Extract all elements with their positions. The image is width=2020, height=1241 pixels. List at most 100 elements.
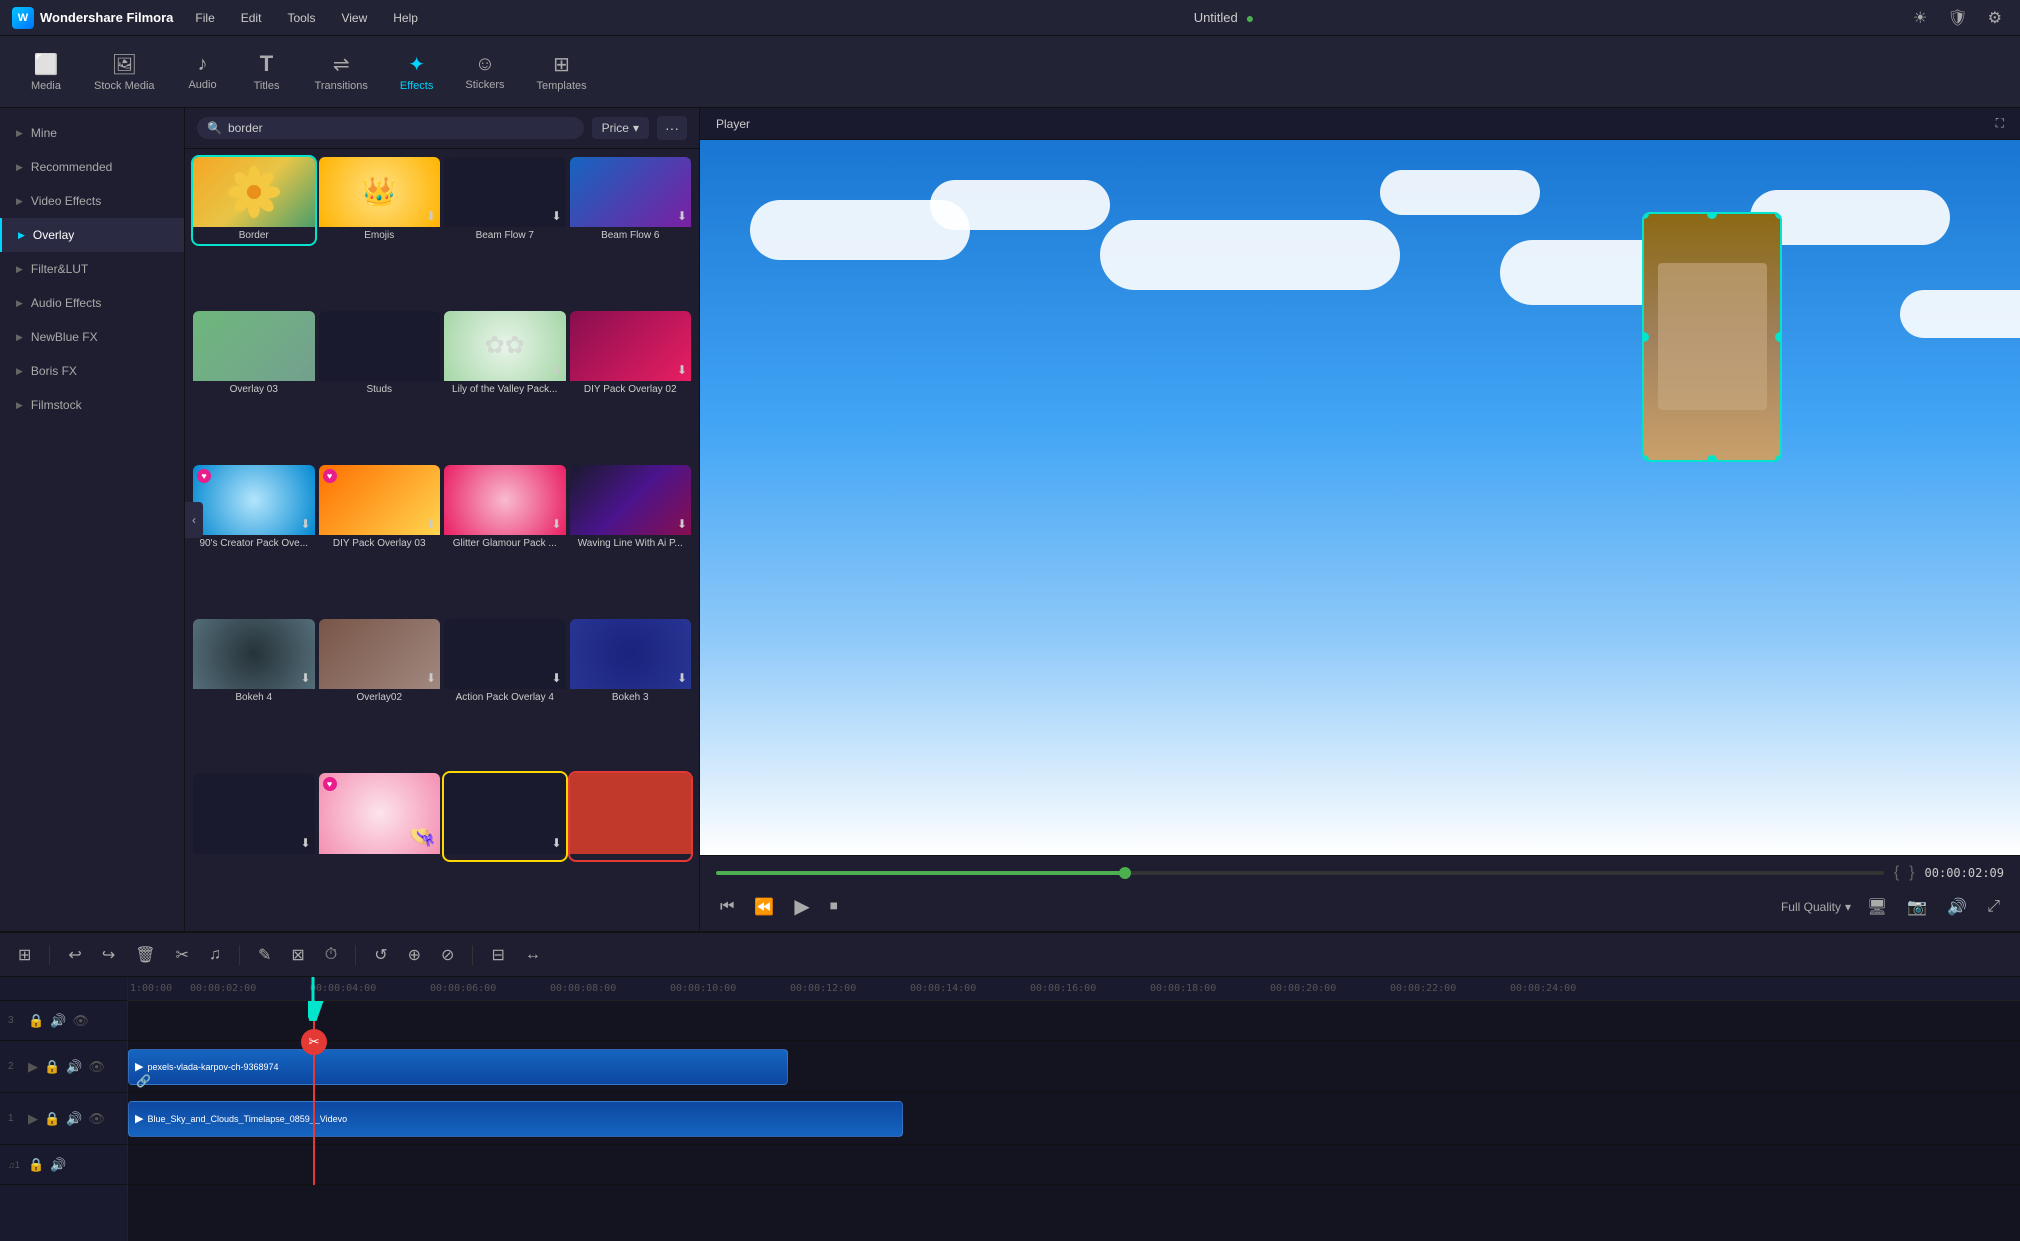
effect-card-waving[interactable]: ⬇ Waving Line With Ai P...: [570, 465, 692, 552]
speaker-icon[interactable]: 🔊: [1943, 893, 1971, 921]
effect-card-overlay02[interactable]: ⬇ Overlay02: [319, 619, 441, 706]
quality-button[interactable]: Full Quality ▾: [1781, 900, 1851, 914]
effect-card-dark2[interactable]: ⬇: [444, 773, 566, 860]
remove-button[interactable]: ⊘: [435, 941, 460, 969]
effect-card-bokeh4[interactable]: ⬇ Bokeh 4: [193, 619, 315, 706]
sidebar-item-audio-effects[interactable]: ▶ Audio Effects: [0, 286, 184, 320]
track1-lock-icon[interactable]: 🔒: [44, 1111, 60, 1127]
menu-edit[interactable]: Edit: [237, 9, 266, 27]
sidebar-item-recommended[interactable]: ▶ Recommended: [0, 150, 184, 184]
collapse-panel-button[interactable]: ‹: [185, 502, 203, 538]
sun-icon[interactable]: ☀: [1907, 4, 1933, 32]
camera-icon[interactable]: 📷: [1903, 893, 1931, 921]
rotate-button[interactable]: ↺: [368, 941, 393, 969]
audio1-volume-icon[interactable]: 🔊: [50, 1157, 66, 1173]
sidebar-item-mine[interactable]: ▶ Mine: [0, 116, 184, 150]
timeline-grid-icon[interactable]: ⊞: [12, 941, 37, 969]
tool-titles[interactable]: T Titles: [237, 45, 297, 98]
menu-file[interactable]: File: [191, 9, 218, 27]
player-expand-icon[interactable]: ⛶: [1996, 116, 2004, 131]
overlay02-thumb: ⬇: [319, 619, 441, 689]
timeline-right-controls: ☀ 🛡 ⚙: [1907, 4, 2008, 32]
tool-stock[interactable]: 🖼 Stock Media: [80, 46, 169, 98]
search-input-wrap[interactable]: 🔍: [197, 117, 584, 139]
delete-button[interactable]: 🗑: [129, 941, 161, 969]
time-button[interactable]: ⏱: [319, 942, 343, 968]
tool-effects[interactable]: ✦ Effects: [386, 46, 447, 98]
track2-lock-icon[interactable]: 🔒: [44, 1059, 60, 1075]
search-input[interactable]: [228, 121, 574, 135]
effect-card-beam7[interactable]: ⬇ Beam Flow 7: [444, 157, 566, 244]
effect-card-border[interactable]: Border: [193, 157, 315, 244]
track1-play-icon[interactable]: ▶: [28, 1111, 38, 1127]
effect-card-divpack03[interactable]: ♥ ⬇ DIY Pack Overlay 03: [319, 465, 441, 552]
tool-stickers[interactable]: ☺ Stickers: [451, 47, 518, 97]
sidebar-item-filter-lut[interactable]: ▶ Filter&LUT: [0, 252, 184, 286]
track3-lock-icon[interactable]: 🔒: [28, 1013, 44, 1029]
track3-eye-icon[interactable]: 👁: [72, 1013, 89, 1029]
crop-button[interactable]: ⊠: [285, 941, 310, 969]
skip-back-button[interactable]: ⏮: [716, 894, 738, 920]
effect-card-overlay03[interactable]: Overlay 03: [193, 311, 315, 398]
dark2-thumb: ⬇: [444, 773, 566, 854]
zoom-button[interactable]: ⊕: [402, 941, 427, 969]
price-button[interactable]: Price ▾: [592, 117, 649, 139]
menu-help[interactable]: Help: [389, 9, 422, 27]
effect-card-woman[interactable]: ♥ 👒: [319, 773, 441, 860]
track2-volume-icon[interactable]: 🔊: [66, 1059, 82, 1075]
sidebar-item-filmstock[interactable]: ▶ Filmstock: [0, 388, 184, 422]
track2-play-icon[interactable]: ▶: [28, 1059, 38, 1075]
sidebar-item-newblue[interactable]: ▶ NewBlue FX: [0, 320, 184, 354]
play-button[interactable]: ▶: [790, 890, 813, 923]
tool-media[interactable]: ⬜ Media: [16, 46, 76, 98]
split-button[interactable]: ⊟: [485, 941, 510, 969]
more-button[interactable]: ···: [657, 116, 687, 140]
progress-thumb[interactable]: [1119, 867, 1131, 879]
sidebar-item-overlay[interactable]: ▶ Overlay: [0, 218, 184, 252]
settings-icon[interactable]: ⚙: [1982, 4, 2008, 32]
effect-card-emojis[interactable]: 👑 ⬇ Emojis: [319, 157, 441, 244]
sidebar-item-boris[interactable]: ▶ Boris FX: [0, 354, 184, 388]
effect-card-dark1[interactable]: ⬇: [193, 773, 315, 860]
effect-card-dark3[interactable]: [570, 773, 692, 860]
step-back-button[interactable]: ⏪: [750, 893, 778, 921]
effect-card-lily[interactable]: ✿✿ ⬇ Lily of the Valley Pack...: [444, 311, 566, 398]
tool-audio[interactable]: ♪ Audio: [173, 47, 233, 97]
undo-button[interactable]: ↩: [62, 941, 87, 969]
progress-bar[interactable]: [716, 871, 1884, 875]
effect-card-divpack02[interactable]: ⬇ DIY Pack Overlay 02: [570, 311, 692, 398]
video-clip-1[interactable]: ▶ Blue_Sky_and_Clouds_Timelapse_0859__Vi…: [128, 1101, 903, 1137]
sidebar-item-video-effects[interactable]: ▶ Video Effects: [0, 184, 184, 218]
bracket-left-icon[interactable]: {: [1894, 864, 1899, 882]
audio1-lock-icon[interactable]: 🔒: [28, 1157, 44, 1173]
track1-volume-icon[interactable]: 🔊: [66, 1111, 82, 1127]
shield-icon[interactable]: 🛡: [1941, 4, 1973, 32]
track2-eye-icon[interactable]: 👁: [88, 1059, 105, 1075]
resize-button[interactable]: ↔: [519, 942, 547, 968]
audio-button[interactable]: ♫: [203, 942, 227, 968]
playhead[interactable]: ✂: [313, 1001, 315, 1185]
menu-tools[interactable]: Tools: [283, 9, 319, 27]
menu-view[interactable]: View: [337, 9, 371, 27]
effect-card-glitter[interactable]: ⬇ Glitter Glamour Pack ...: [444, 465, 566, 552]
tool-templates[interactable]: ⊞ Templates: [522, 46, 600, 98]
cut-button[interactable]: ✂: [170, 941, 195, 969]
track1-eye-icon[interactable]: 👁: [88, 1111, 105, 1127]
effect-card-studs[interactable]: Studs: [319, 311, 441, 398]
tool-transitions[interactable]: ⇌ Transitions: [301, 46, 382, 98]
effect-card-action[interactable]: ⬇ Action Pack Overlay 4: [444, 619, 566, 706]
redo-button[interactable]: ↪: [96, 941, 121, 969]
screen-icon[interactable]: 🖥: [1863, 893, 1891, 921]
effect-card-creator[interactable]: ♥ ⬇ 90's Creator Pack Ove...: [193, 465, 315, 552]
effect-card-beam6[interactable]: ⬇ Beam Flow 6: [570, 157, 692, 244]
bracket-right-icon[interactable]: }: [1909, 864, 1914, 882]
edit-button[interactable]: ✎: [252, 941, 277, 969]
selection-handle-bc[interactable]: [1707, 455, 1717, 462]
fullscreen-icon[interactable]: ⤢: [1983, 894, 2004, 920]
selection-handle-rc[interactable]: [1775, 332, 1782, 342]
stop-button[interactable]: ⏹: [826, 894, 842, 920]
timeline-tracks[interactable]: 1:00:00 00:00:02:00 00:00:04:00 00:00:06…: [128, 977, 2020, 1241]
effect-card-bokeh3[interactable]: ⬇ Bokeh 3: [570, 619, 692, 706]
video-clip-2[interactable]: ▶ pexels-vlada-karpov-ch-9368974: [128, 1049, 788, 1085]
track3-volume-icon[interactable]: 🔊: [50, 1013, 66, 1029]
